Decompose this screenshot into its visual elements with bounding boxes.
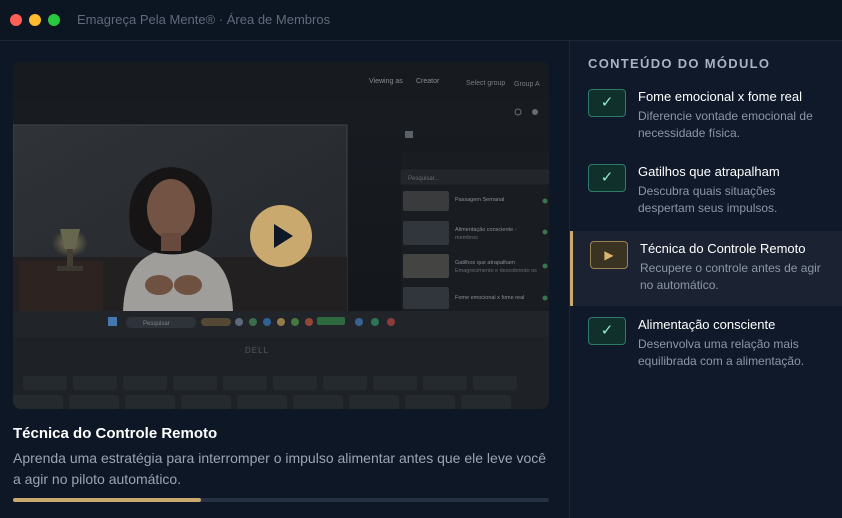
title-bar: Emagreça Pela Mente® · Área de Membros	[0, 0, 842, 41]
minimize-window-button[interactable]	[29, 14, 41, 26]
window-title: Emagreça Pela Mente® · Área de Membros	[77, 12, 331, 27]
play-button[interactable]	[250, 205, 312, 267]
video-progress-bar[interactable]	[13, 498, 549, 502]
lesson-item-gatilhos[interactable]: ✓ Gatilhos que atrapalham Descubra quais…	[570, 154, 842, 226]
lesson-item-description: Desenvolva uma relação mais equilibrada …	[638, 337, 805, 368]
video-player[interactable]: Viewing as Creator Select group Group A	[13, 61, 549, 409]
close-window-button[interactable]	[10, 14, 22, 26]
lesson-title: Técnica do Controle Remoto	[13, 425, 218, 442]
lesson-description: Aprenda uma estratégia para interromper …	[13, 450, 547, 487]
lesson-item-fome-emocional[interactable]: ✓ Fome emocional x fome real Diferencie …	[570, 79, 842, 151]
lesson-item-title: Alimentação consciente	[638, 317, 776, 332]
play-icon: ▶	[590, 241, 628, 269]
lesson-item-title: Gatilhos que atrapalham	[638, 164, 780, 179]
lesson-item-title: Técnica do Controle Remoto	[640, 241, 806, 256]
maximize-window-button[interactable]	[48, 14, 60, 26]
app-window: Emagreça Pela Mente® · Área de Membros V…	[0, 0, 842, 518]
check-icon: ✓	[588, 317, 626, 345]
lesson-item-title: Fome emocional x fome real	[638, 89, 803, 104]
play-icon	[274, 224, 293, 248]
lesson-item-controle-remoto[interactable]: ▶ Técnica do Controle Remoto Recupere o …	[570, 231, 842, 306]
lesson-item-description: Diferencie vontade emocional de necessid…	[638, 109, 813, 140]
lesson-item-description: Descubra quais situações despertam seus …	[638, 184, 778, 215]
lesson-main: Viewing as Creator Select group Group A	[0, 41, 570, 518]
module-content-heading: CONTEÚDO DO MÓDULO	[588, 56, 771, 71]
check-icon: ✓	[588, 89, 626, 117]
lesson-item-description: Recupere o controle antes de agir no aut…	[640, 261, 821, 292]
lesson-item-alimentacao[interactable]: ✓ Alimentação consciente Desenvolva uma …	[570, 307, 842, 379]
check-icon: ✓	[588, 164, 626, 192]
video-progress-fill	[13, 498, 201, 502]
module-sidebar: CONTEÚDO DO MÓDULO ✓ Fome emocional x fo…	[570, 41, 842, 518]
